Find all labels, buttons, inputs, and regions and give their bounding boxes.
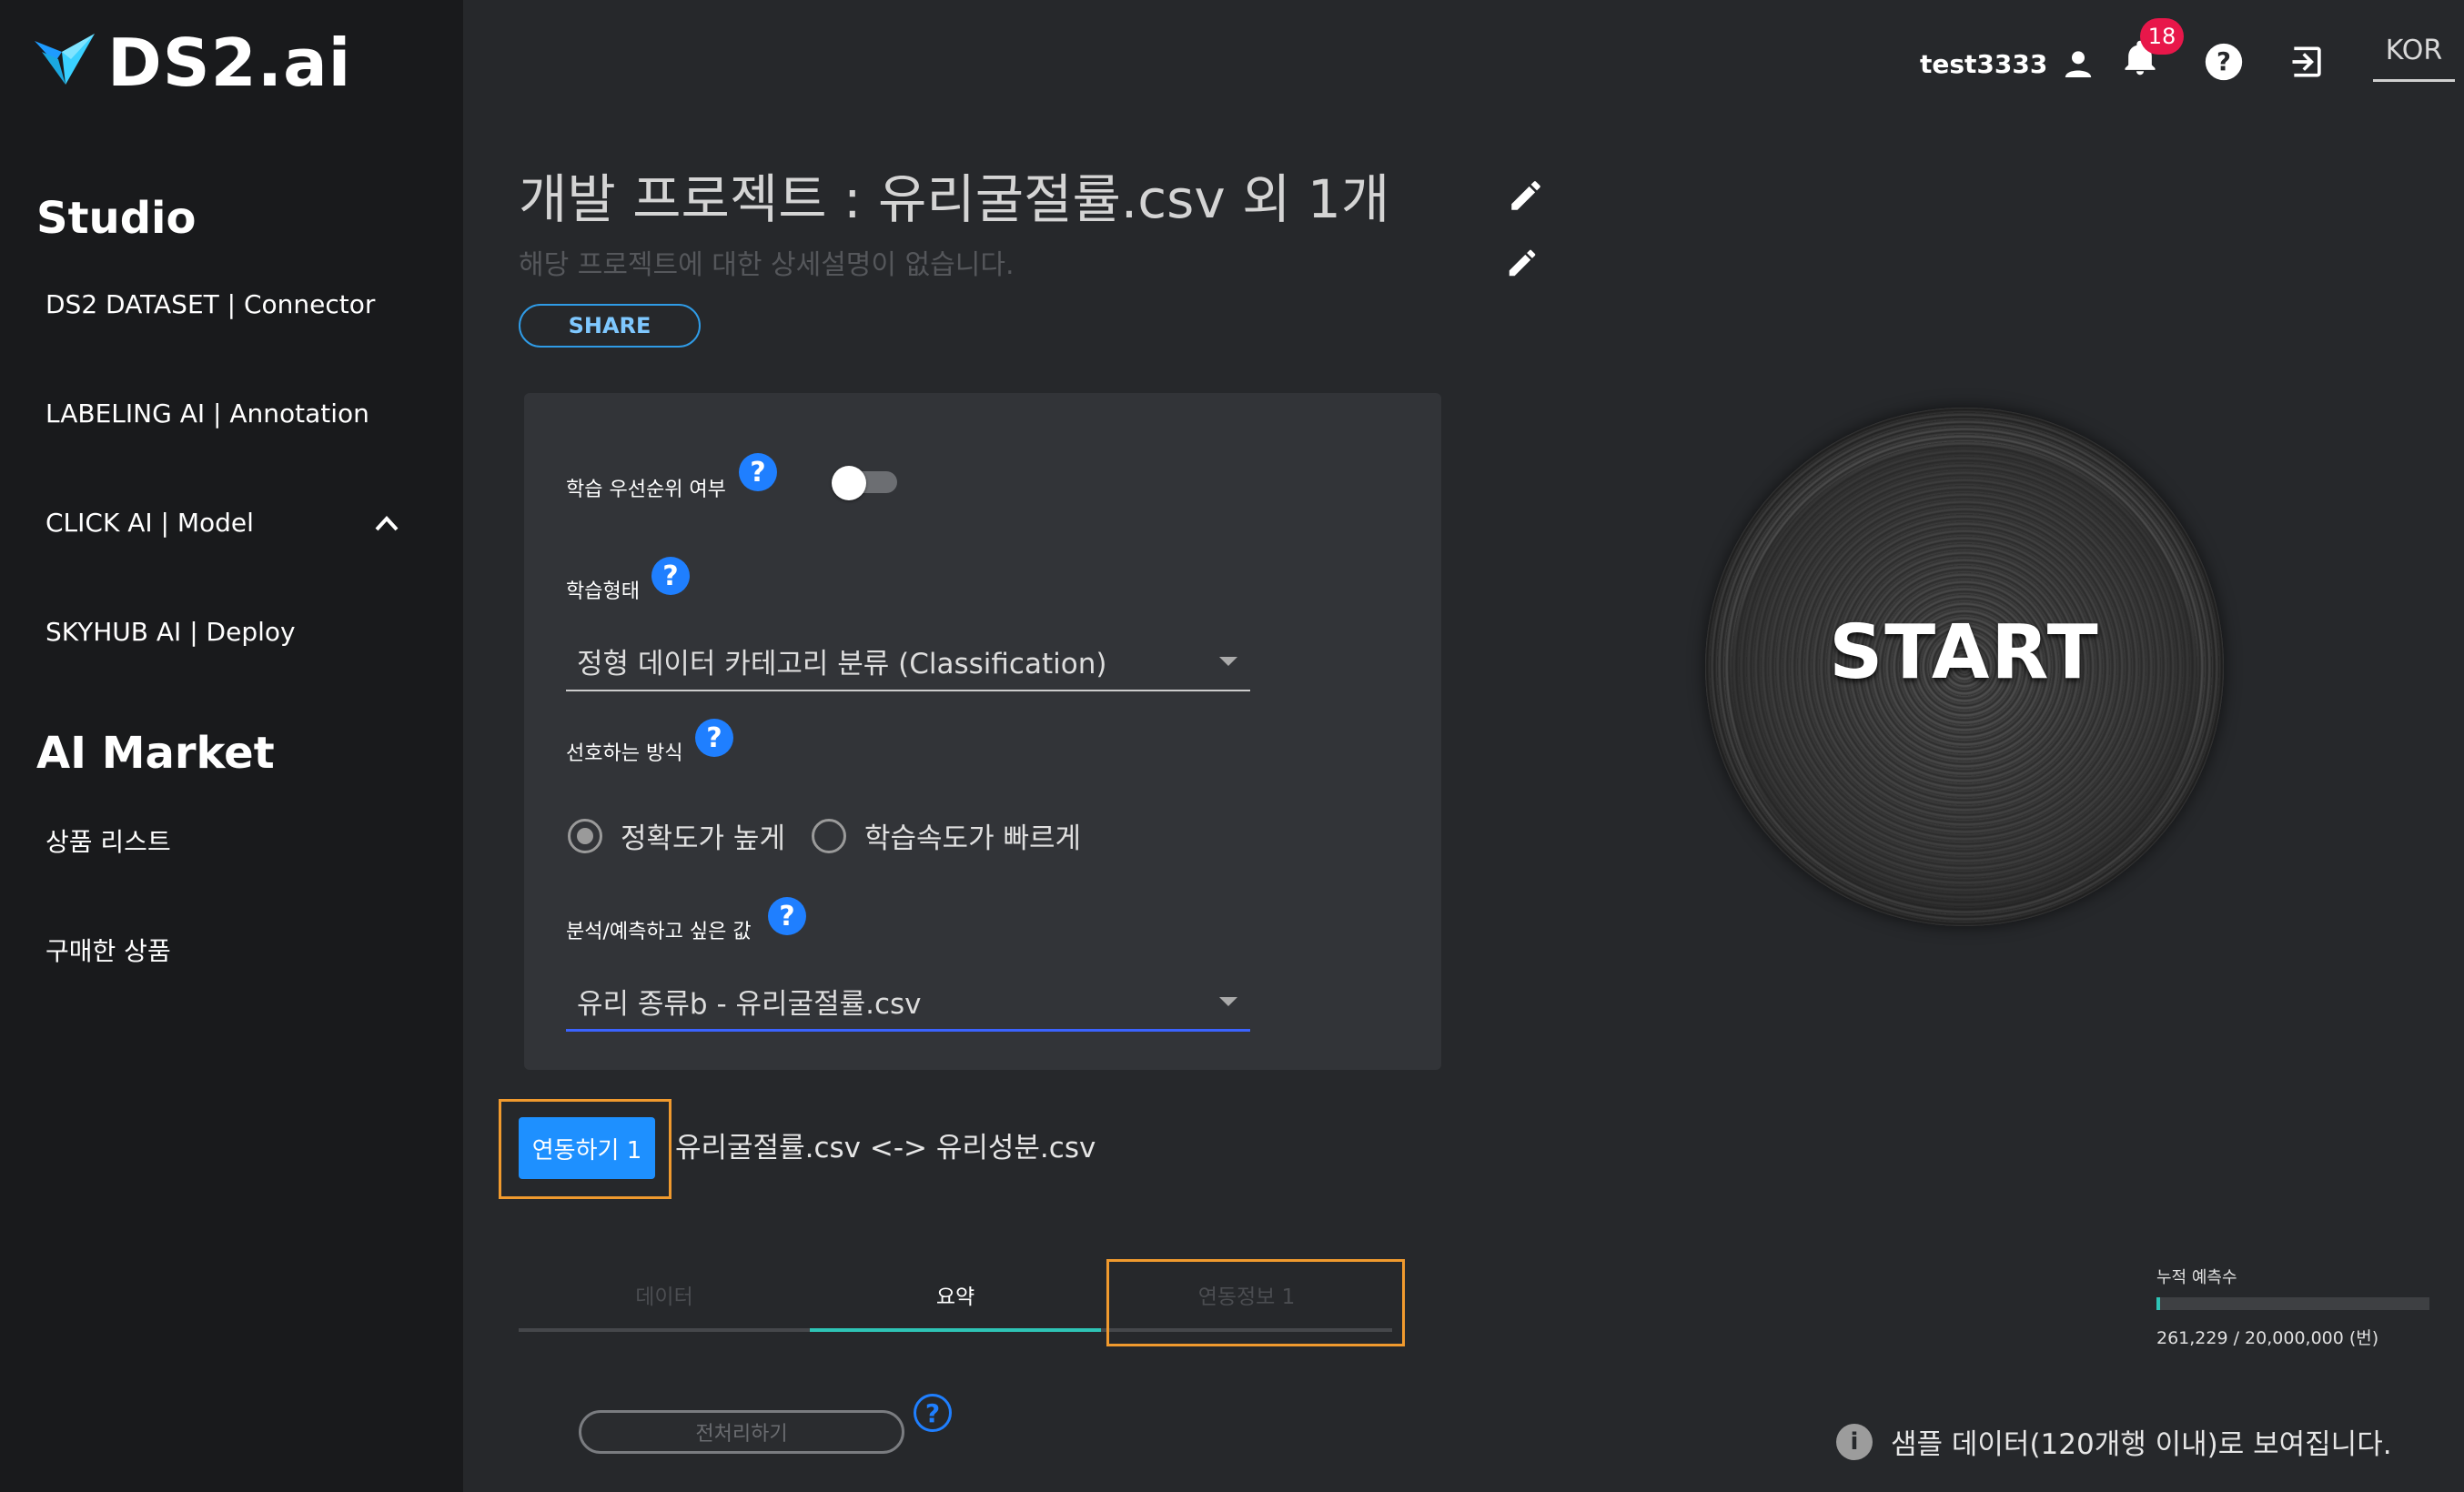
app-root: DS2.ai Studio DS2 DATASET | Connector LA…: [0, 0, 2464, 1492]
prediction-count: 261,229 / 20,000,000 (번): [2156, 1328, 2379, 1348]
radio-accuracy[interactable]: 정확도가 높게: [568, 815, 785, 856]
preferred-method-label: 선호하는 방식: [566, 742, 683, 765]
project-description: 해당 프로젝트에 대한 상세설명이 없습니다.: [519, 249, 1015, 281]
sample-note-text: 샘플 데이터(120개행 이내)로 보여집니다.: [1891, 1428, 2392, 1461]
learning-type-select[interactable]: 정형 데이터 카테고리 분류 (Classification): [566, 633, 1250, 691]
prediction-title: 누적 예측수: [2156, 1268, 2237, 1287]
learning-type-value: 정형 데이터 카테고리 분류 (Classification): [577, 648, 1107, 680]
logout-icon[interactable]: [2287, 42, 2328, 82]
radio-unchecked-icon: [812, 818, 846, 853]
tab-summary[interactable]: 요약: [810, 1279, 1101, 1310]
project-title: 개발 프로젝트 : 유리굴절률.csv 외 1개: [519, 168, 1390, 230]
info-icon: i: [1836, 1423, 1873, 1460]
radio-speed[interactable]: 학습속도가 빠르게: [812, 815, 1081, 856]
start-label: START: [1829, 610, 2100, 696]
target-value-label: 분석/예측하고 싶은 값: [566, 921, 752, 943]
prediction-progress-bar: [2156, 1297, 2429, 1310]
link-button[interactable]: 연동하기 1: [519, 1117, 655, 1179]
priority-toggle[interactable]: [832, 466, 901, 500]
preprocess-help-icon[interactable]: ?: [914, 1394, 952, 1432]
priority-help-icon[interactable]: ?: [739, 453, 777, 491]
svg-text:?: ?: [2217, 47, 2231, 76]
help-icon[interactable]: ?: [2204, 42, 2244, 82]
sidebar-item-purchased[interactable]: 구매한 상품: [45, 932, 171, 968]
tab-highlight-frame: [1106, 1259, 1405, 1346]
target-value-select[interactable]: 유리 종류b - 유리굴절률.csv: [566, 973, 1250, 1032]
edit-description-icon[interactable]: [1505, 246, 1540, 280]
toggle-knob: [832, 466, 866, 500]
dropdown-caret-icon: [1219, 997, 1237, 1006]
logo-text: DS2.ai: [107, 25, 352, 101]
username: test3333: [1920, 48, 2048, 79]
priority-label: 학습 우선순위 여부: [566, 479, 726, 501]
start-button[interactable]: START: [1705, 408, 2224, 926]
language-selector[interactable]: KOR: [2373, 35, 2455, 82]
learning-type-label: 학습형태: [566, 580, 640, 603]
sidebar-item-labeling[interactable]: LABELING AI | Annotation: [45, 398, 369, 428]
sidebar-item-clickai[interactable]: CLICK AI | Model: [45, 508, 254, 538]
section-studio: Studio: [36, 193, 197, 244]
chevron-up-icon[interactable]: [371, 511, 402, 535]
edit-title-icon[interactable]: [1507, 176, 1545, 215]
tab-data[interactable]: 데이터: [519, 1279, 810, 1310]
logo[interactable]: DS2.ai: [35, 22, 351, 104]
section-ai-market: AI Market: [36, 728, 275, 779]
sidebar: DS2.ai Studio DS2 DATASET | Connector LA…: [0, 0, 463, 1492]
target-value-value: 유리 종류b - 유리굴절률.csv: [577, 988, 922, 1021]
sidebar-item-dataset[interactable]: DS2 DATASET | Connector: [45, 289, 375, 319]
target-value-help-icon[interactable]: ?: [768, 897, 806, 935]
preprocess-button[interactable]: 전처리하기: [579, 1410, 904, 1454]
learning-type-help-icon[interactable]: ?: [651, 557, 690, 595]
radio-speed-label: 학습속도가 빠르게: [864, 822, 1082, 855]
dropdown-caret-icon: [1219, 657, 1237, 666]
sidebar-item-product-list[interactable]: 상품 리스트: [45, 822, 171, 859]
prediction-progress-fill: [2156, 1297, 2160, 1310]
preferred-method-help-icon[interactable]: ?: [695, 719, 733, 757]
radio-accuracy-label: 정확도가 높게: [621, 822, 785, 855]
active-tab-indicator: [810, 1328, 1101, 1332]
notification-badge: 18: [2140, 18, 2184, 55]
ds2-logo-icon: [35, 34, 95, 85]
sample-note: i 샘플 데이터(120개행 이내)로 보여집니다.: [1836, 1421, 2392, 1462]
user-icon: [2065, 51, 2092, 77]
radio-checked-icon: [568, 818, 602, 853]
sidebar-item-skyhub[interactable]: SKYHUB AI | Deploy: [45, 617, 296, 647]
user-menu[interactable]: test3333: [1920, 45, 2096, 82]
link-description: 유리굴절률.csv <-> 유리성분.csv: [675, 1132, 1096, 1164]
share-button[interactable]: SHARE: [519, 304, 701, 348]
